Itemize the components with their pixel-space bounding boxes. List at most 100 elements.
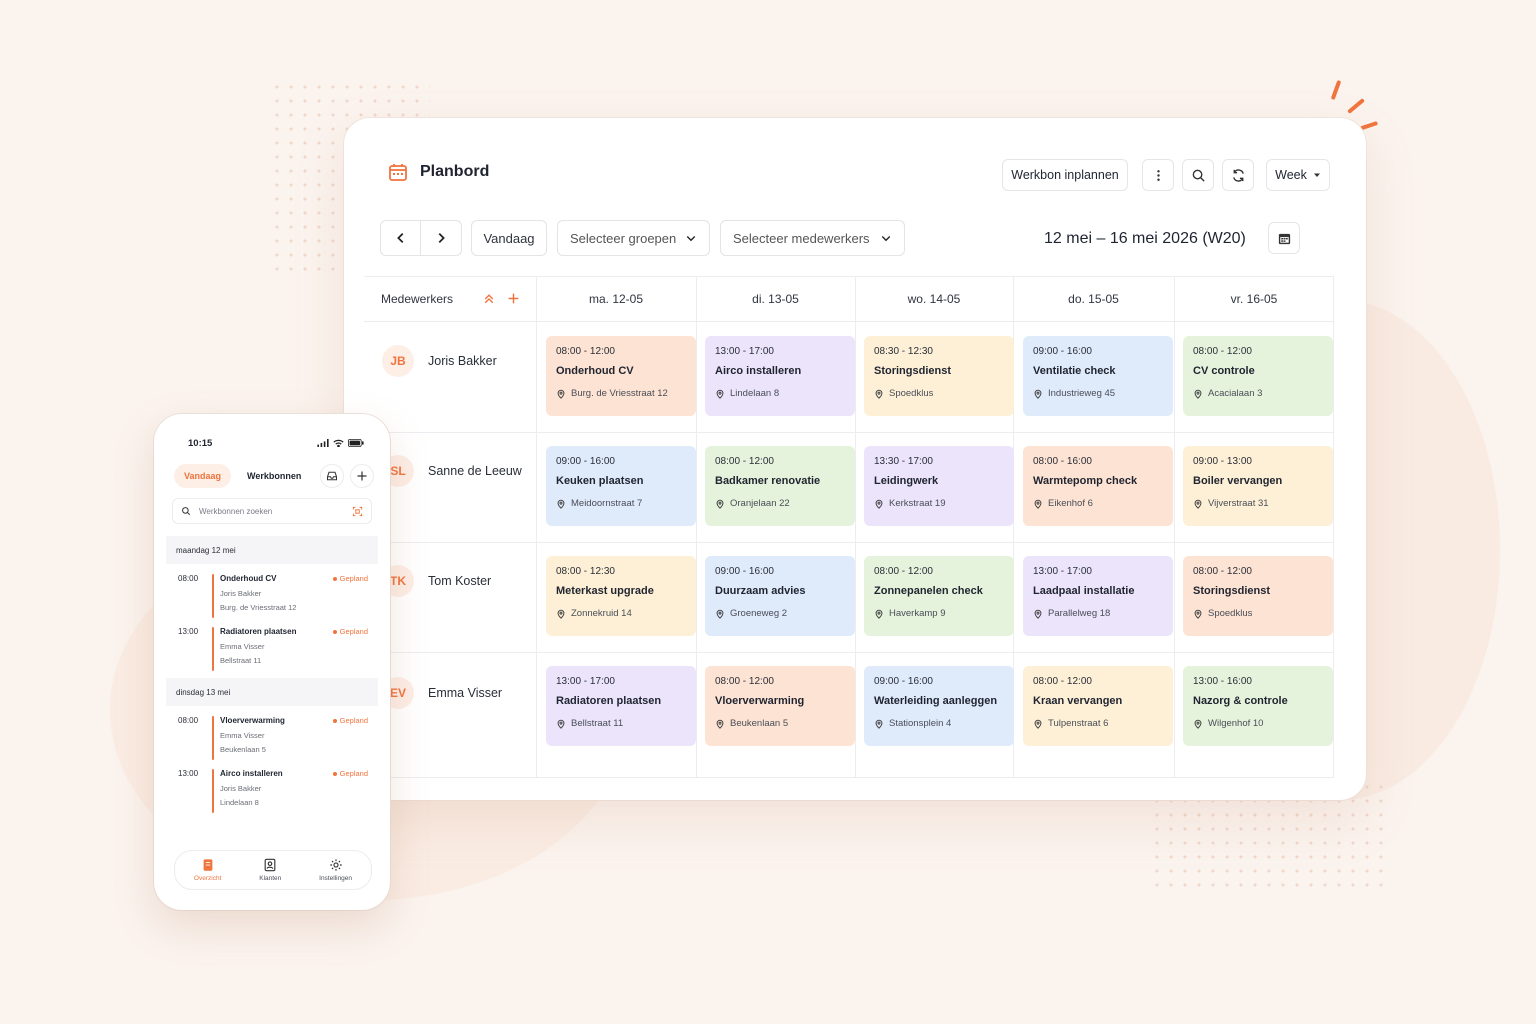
day-header-mon: ma. 12-05 xyxy=(536,276,696,322)
location-pin-icon xyxy=(557,389,565,399)
job-card[interactable]: 13:00 - 17:00 Airco installeren Lindelaa… xyxy=(705,336,855,416)
employee-name: Tom Koster xyxy=(428,574,492,588)
employee-select[interactable]: Selecteer medewerkers xyxy=(720,220,905,256)
employee-row-header[interactable]: SL Sanne de Leeuw xyxy=(382,455,522,487)
location-pin-icon xyxy=(1194,719,1202,729)
employee-select-placeholder: Selecteer medewerkers xyxy=(733,230,870,246)
job-time: 13:00 - 17:00 xyxy=(715,346,774,357)
job-address-text: Meidoornstraat 7 xyxy=(571,498,643,509)
job-card[interactable]: 09:00 - 16:00 Duurzaam advies Groeneweg … xyxy=(705,556,855,636)
chevron-down-icon xyxy=(686,236,696,242)
job-address: Groeneweg 2 xyxy=(715,608,845,619)
job-title: Warmtepomp check xyxy=(1033,475,1138,487)
job-card[interactable]: 08:00 - 12:00 Storingsdienst Spoedklus xyxy=(1183,556,1333,636)
group-select[interactable]: Selecteer groepen xyxy=(557,220,710,256)
item-person: Joris Bakker xyxy=(220,589,262,598)
employee-name: Sanne de Leeuw xyxy=(428,464,522,478)
job-address-text: Haverkamp 9 xyxy=(889,608,946,619)
day-header-thu: do. 15-05 xyxy=(1013,276,1174,322)
job-card[interactable]: 08:00 - 12:00 Onderhoud CV Burg. de Vrie… xyxy=(546,336,696,416)
job-card[interactable]: 08:00 - 12:00 CV controle Acacialaan 3 xyxy=(1183,336,1333,416)
inbox-button[interactable] xyxy=(320,464,344,488)
signal-icon xyxy=(317,439,329,447)
job-address: Spoedklus xyxy=(1193,608,1323,619)
job-address: Spoedklus xyxy=(874,388,1004,399)
refresh-icon xyxy=(1232,168,1244,182)
employee-name: Emma Visser xyxy=(428,686,503,700)
next-week-button[interactable] xyxy=(421,221,461,255)
job-address-text: Stationsplein 4 xyxy=(889,718,952,729)
day-section-header: dinsdag 13 mei xyxy=(166,678,378,706)
job-card[interactable]: 13:30 - 17:00 Leidingwerk Kerkstraat 19 xyxy=(864,446,1014,526)
job-address: Zonnekruid 14 xyxy=(556,608,686,619)
day-section-header: maandag 12 mei xyxy=(166,536,378,564)
caret-down-icon xyxy=(1313,173,1320,177)
list-item[interactable]: 13:00 Airco installeren Joris Bakker Lin… xyxy=(178,769,370,815)
location-pin-icon xyxy=(1194,609,1202,619)
employee-row-header[interactable]: EV Emma Visser xyxy=(382,677,502,709)
job-card[interactable]: 08:00 - 12:00 Kraan vervangen Tulpenstra… xyxy=(1023,666,1173,746)
employee-row-header[interactable]: TK Tom Koster xyxy=(382,565,491,597)
nav-settings[interactable]: Instellingen xyxy=(319,858,352,882)
add-button[interactable] xyxy=(350,464,374,488)
job-card[interactable]: 09:00 - 16:00 Ventilatie check Industrie… xyxy=(1023,336,1173,416)
tab-work-orders[interactable]: Werkbonnen xyxy=(237,464,311,488)
day-header-fri: vr. 16-05 xyxy=(1174,276,1334,322)
job-card[interactable]: 13:00 - 17:00 Laadpaal installatie Paral… xyxy=(1023,556,1173,636)
day-header-wed: wo. 14-05 xyxy=(855,276,1013,322)
add-employee-icon[interactable] xyxy=(507,292,520,305)
job-card[interactable]: 08:00 - 16:00 Warmtepomp check Eikenhof … xyxy=(1023,446,1173,526)
chevron-right-icon xyxy=(438,233,445,243)
job-card[interactable]: 09:00 - 13:00 Boiler vervangen Vijverstr… xyxy=(1183,446,1333,526)
job-card[interactable]: 13:00 - 16:00 Nazorg & controle Wilgenho… xyxy=(1183,666,1333,746)
search-button[interactable] xyxy=(1182,159,1214,191)
job-time: 09:00 - 16:00 xyxy=(556,456,615,467)
job-address: Oranjelaan 22 xyxy=(715,498,845,509)
item-bar xyxy=(212,574,214,618)
nav-customers[interactable]: Klanten xyxy=(259,858,281,882)
job-address: Wilgenhof 10 xyxy=(1193,718,1323,729)
list-item[interactable]: 08:00 Vloerverwarming Emma Visser Beuken… xyxy=(178,716,370,762)
collapse-icon[interactable] xyxy=(483,293,495,305)
job-address-text: Industrieweg 45 xyxy=(1048,388,1116,399)
job-title: Airco installeren xyxy=(715,365,802,377)
item-address: Beukenlaan 5 xyxy=(220,745,266,754)
job-card[interactable]: 13:00 - 17:00 Radiatoren plaatsen Bellst… xyxy=(546,666,696,746)
job-time: 08:00 - 12:30 xyxy=(556,566,615,577)
mobile-search-input[interactable]: Werkbonnen zoeken xyxy=(172,498,372,524)
nav-overview[interactable]: Overzicht xyxy=(194,858,221,882)
scan-icon[interactable] xyxy=(352,506,363,517)
list-item[interactable]: 08:00 Onderhoud CV Joris Bakker Burg. de… xyxy=(178,574,370,620)
job-card[interactable]: 09:00 - 16:00 Waterleiding aanleggen Sta… xyxy=(864,666,1014,746)
item-address: Burg. de Vriesstraat 12 xyxy=(220,603,297,612)
week-navigation xyxy=(380,220,462,256)
tab-today[interactable]: Vandaag xyxy=(174,464,232,488)
previous-week-button[interactable] xyxy=(381,221,421,255)
job-address-text: Lindelaan 8 xyxy=(730,388,780,399)
job-card[interactable]: 09:00 - 16:00 Keuken plaatsen Meidoornst… xyxy=(546,446,696,526)
job-card[interactable]: 08:00 - 12:00 Badkamer renovatie Oranjel… xyxy=(705,446,855,526)
job-card[interactable]: 08:00 - 12:00 Vloerverwarming Beukenlaan… xyxy=(705,666,855,746)
more-options-button[interactable] xyxy=(1142,159,1174,191)
schedule-order-button[interactable]: Werkbon inplannen xyxy=(1002,159,1128,191)
today-button[interactable]: Vandaag xyxy=(471,220,547,256)
item-title: Radiatoren plaatsen xyxy=(220,627,297,636)
job-time: 08:00 - 12:00 xyxy=(715,676,774,687)
job-address-text: Beukenlaan 5 xyxy=(730,718,789,729)
job-card[interactable]: 08:00 - 12:00 Zonnepanelen check Haverka… xyxy=(864,556,1014,636)
job-address-text: Burg. de Vriesstraat 12 xyxy=(571,388,668,399)
day-header-tue: di. 13-05 xyxy=(696,276,855,322)
item-title: Airco installeren xyxy=(220,769,283,778)
job-time: 08:00 - 12:00 xyxy=(1193,566,1252,577)
date-picker-button[interactable] xyxy=(1268,222,1300,254)
mobile-bottom-nav: Overzicht Klanten Instellingen xyxy=(174,850,372,890)
list-item[interactable]: 13:00 Radiatoren plaatsen Emma Visser Be… xyxy=(178,627,370,673)
view-select[interactable]: Week xyxy=(1266,159,1330,191)
status-label: Gepland xyxy=(339,716,368,725)
today-label: Vandaag xyxy=(483,230,535,246)
refresh-button[interactable] xyxy=(1222,159,1254,191)
employee-row-header[interactable]: JB Joris Bakker xyxy=(382,345,497,377)
job-card[interactable]: 08:30 - 12:30 Storingsdienst Spoedklus xyxy=(864,336,1014,416)
location-pin-icon xyxy=(1034,389,1042,399)
job-card[interactable]: 08:00 - 12:30 Meterkast upgrade Zonnekru… xyxy=(546,556,696,636)
